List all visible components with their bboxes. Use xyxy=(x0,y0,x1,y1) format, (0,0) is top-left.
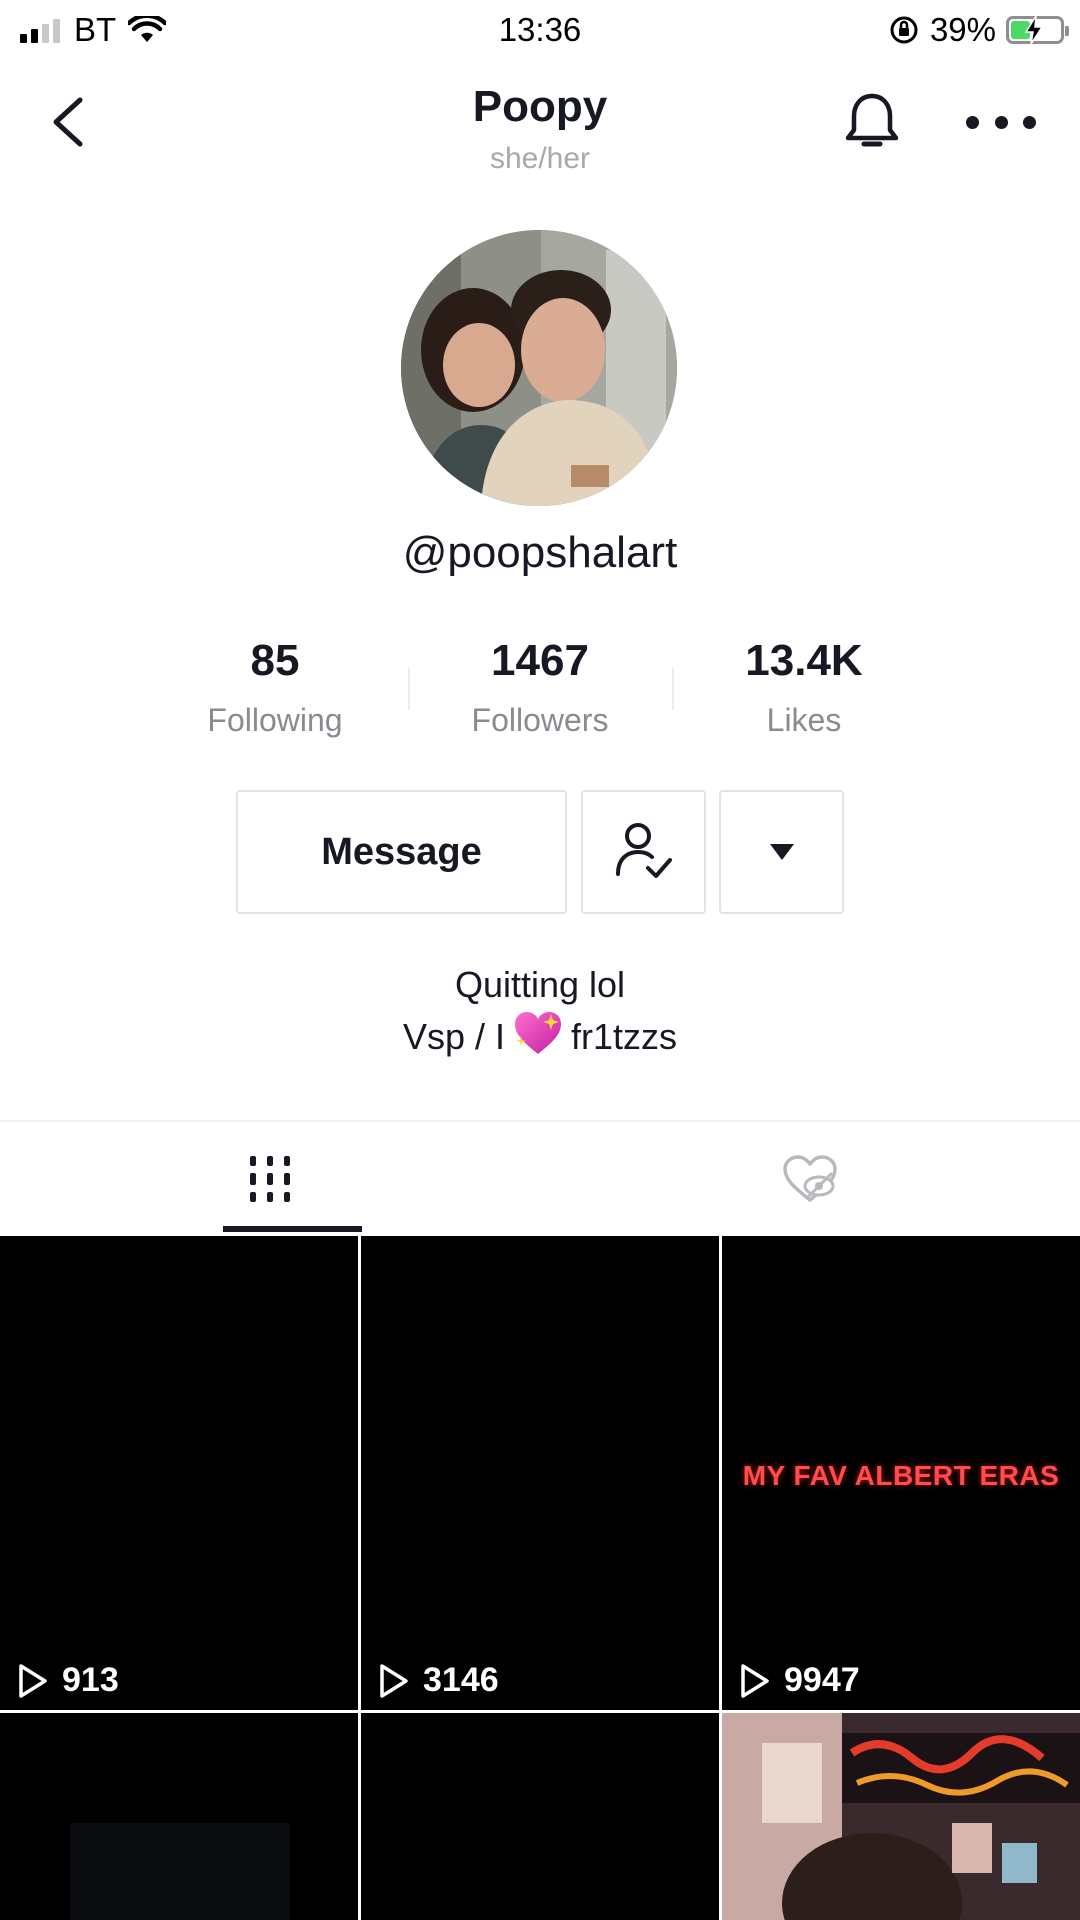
battery-percent: 39% xyxy=(929,11,996,48)
video-thumbnail[interactable] xyxy=(722,1713,1080,1920)
view-count: 3146 xyxy=(379,1661,499,1700)
pronouns: she/her xyxy=(489,142,591,175)
notification-button[interactable] xyxy=(842,90,902,154)
tab-liked[interactable] xyxy=(540,1124,1080,1234)
bio-line-1: Quitting lol xyxy=(454,964,626,1005)
video-thumbnail[interactable]: MY FAV ALBERT ERAS 9947 xyxy=(722,1236,1080,1710)
stat-following[interactable]: 85 Following xyxy=(155,636,395,739)
likes-count: 13.4K xyxy=(745,636,863,685)
following-button[interactable] xyxy=(581,790,706,914)
user-check-icon xyxy=(615,823,672,878)
bio-line-2-prefix: Vsp / I xyxy=(402,1016,506,1058)
play-icon xyxy=(380,1663,408,1698)
video-thumbnail[interactable] xyxy=(0,1713,358,1920)
video-thumbnail[interactable] xyxy=(361,1713,719,1920)
stat-likes[interactable]: 13.4K Likes xyxy=(684,636,924,739)
more-options-button[interactable] xyxy=(966,110,1036,134)
stat-divider xyxy=(672,668,674,710)
tabs-divider xyxy=(0,1120,1080,1122)
bio: Quitting lol Vsp / I fr1tzzs xyxy=(0,960,1080,1069)
username: @poopshalart xyxy=(402,528,678,577)
following-count: 85 xyxy=(250,636,300,685)
bell-icon xyxy=(845,93,899,147)
profile-actions: Message xyxy=(0,790,1080,914)
video-grid: 913 3146 MY FAV ALBERT ERAS 9947 xyxy=(0,1236,1080,1920)
page-title: Poopy xyxy=(472,82,608,131)
profile-header: Poopy she/her xyxy=(0,60,1080,190)
view-count: 913 xyxy=(18,1661,119,1700)
suggested-accounts-button[interactable] xyxy=(719,790,844,914)
video-thumbnail[interactable]: 3146 xyxy=(361,1236,719,1710)
view-count-text: 913 xyxy=(62,1661,119,1699)
view-count-text: 3146 xyxy=(423,1661,499,1699)
profile-stats: 85 Following 1467 Followers 13.4K Likes xyxy=(0,636,1080,746)
followers-label: Followers xyxy=(471,702,609,738)
hidden-heart-icon xyxy=(783,1155,837,1202)
message-button[interactable]: Message xyxy=(236,790,567,914)
grid-icon xyxy=(250,1156,290,1202)
stat-divider xyxy=(408,668,410,710)
charging-bolt-icon xyxy=(1024,15,1044,45)
caret-down-icon xyxy=(769,844,794,860)
view-count: 9947 xyxy=(740,1661,860,1700)
view-count-text: 9947 xyxy=(784,1661,860,1699)
active-tab-indicator xyxy=(223,1226,362,1232)
play-icon xyxy=(19,1663,47,1698)
following-label: Following xyxy=(207,702,343,738)
followers-count: 1467 xyxy=(491,636,589,685)
play-icon xyxy=(741,1663,769,1698)
likes-label: Likes xyxy=(766,702,842,738)
avatar[interactable] xyxy=(401,230,677,506)
more-horizontal-icon xyxy=(966,115,979,129)
tab-videos[interactable] xyxy=(0,1124,540,1234)
video-caption: MY FAV ALBERT ERAS xyxy=(742,1460,1060,1491)
sparkling-heart-icon xyxy=(513,1010,563,1069)
battery-icon xyxy=(1006,15,1069,45)
video-thumbnail[interactable]: 913 xyxy=(0,1236,358,1710)
stat-followers[interactable]: 1467 Followers xyxy=(420,636,660,739)
status-bar: BT 13:36 39% xyxy=(0,0,1080,60)
rotation-lock-icon xyxy=(890,16,918,44)
bio-line-2-suffix: fr1tzzs xyxy=(571,1016,678,1058)
bio-line-2: Vsp / I fr1tzzs xyxy=(0,1010,1080,1069)
